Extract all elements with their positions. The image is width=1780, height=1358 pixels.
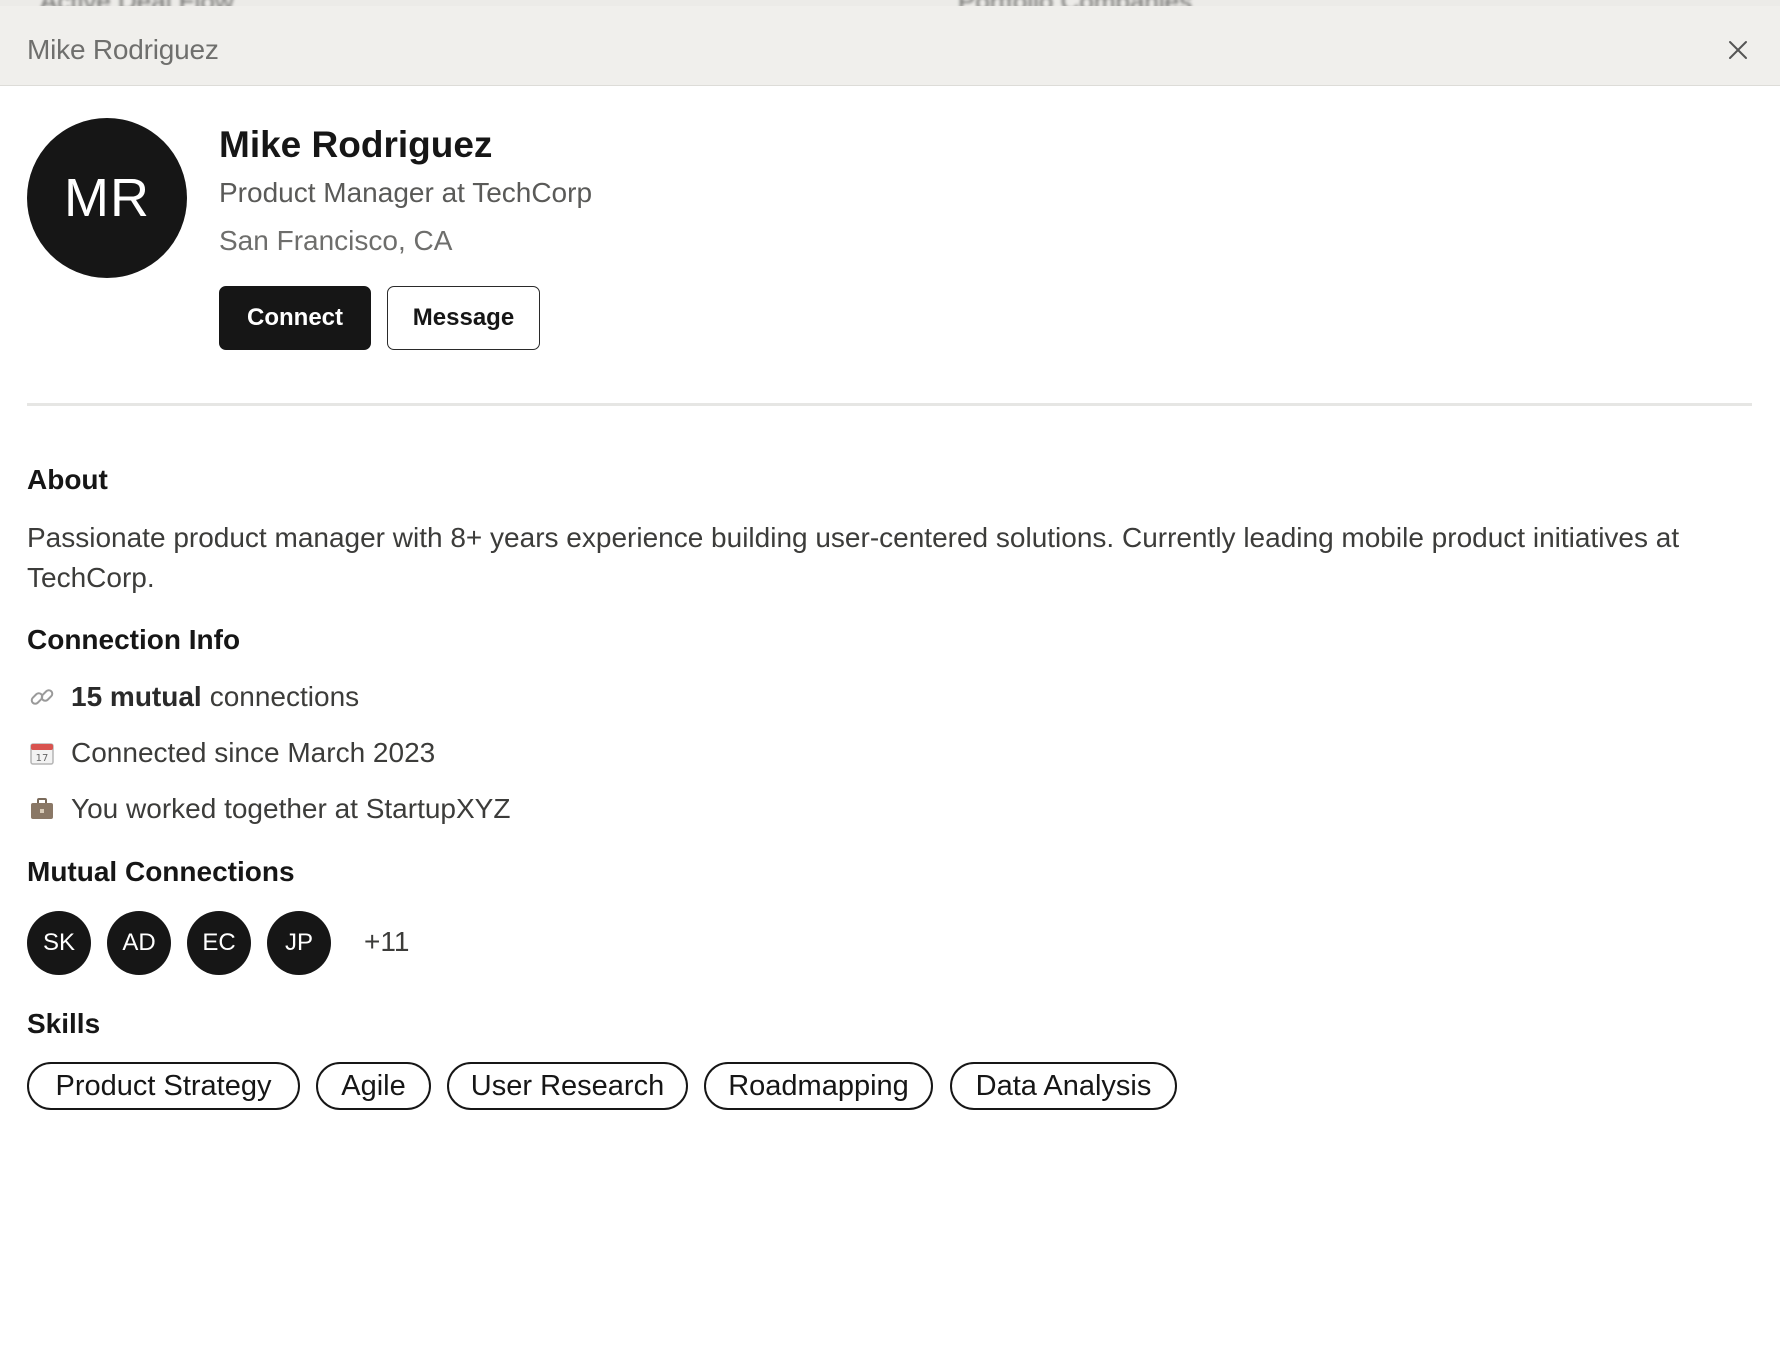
profile-avatar: MR <box>27 118 187 278</box>
mutual-label: connections <box>209 681 360 712</box>
skills-heading: Skills <box>27 1008 101 1039</box>
mutual-connections-heading: Mutual Connections <box>27 856 295 887</box>
mutual-avatar[interactable]: SK <box>27 911 91 975</box>
mutual-count: 15 mutual <box>71 681 202 712</box>
profile-modal-body: MR Mike Rodriguez Product Manager at Tec… <box>0 86 1780 1358</box>
mutual-avatar[interactable]: EC <box>187 911 251 975</box>
link-icon <box>27 682 57 712</box>
skill-tag: Roadmapping <box>704 1062 933 1110</box>
more-mutual-count[interactable]: +11 <box>364 926 409 958</box>
mutual-connections-row: 15 mutual connections <box>27 677 359 717</box>
connection-info-heading: Connection Info <box>27 624 241 655</box>
modal-title: Mike Rodriguez <box>27 34 219 65</box>
calendar-icon: 17 <box>27 738 57 768</box>
briefcase-icon <box>27 794 57 824</box>
worked-together-row: You worked together at StartupXYZ <box>27 789 510 829</box>
mutual-avatar[interactable]: AD <box>107 911 171 975</box>
modal-header: Mike Rodriguez <box>0 6 1780 86</box>
skill-tag: Agile <box>316 1062 431 1110</box>
connected-since-row: 17 Connected since March 2023 <box>27 733 435 773</box>
profile-name: Mike Rodriguez <box>219 124 493 165</box>
message-button[interactable]: Message <box>387 286 540 350</box>
profile-role: Product Manager at TechCorp <box>219 177 593 208</box>
worked-together-text: You worked together at StartupXYZ <box>71 793 511 824</box>
svg-text:17: 17 <box>36 753 49 764</box>
connect-button[interactable]: Connect <box>219 286 371 350</box>
mutual-avatar[interactable]: JP <box>267 911 331 975</box>
close-button[interactable] <box>1722 34 1754 66</box>
profile-location: San Francisco, CA <box>219 225 453 256</box>
close-icon <box>1729 41 1747 59</box>
connected-since-text: Connected since March 2023 <box>71 737 436 768</box>
section-divider <box>27 403 1752 406</box>
skill-tag: Data Analysis <box>950 1062 1177 1110</box>
skill-tag: User Research <box>447 1062 688 1110</box>
skill-tag: Product Strategy <box>27 1062 300 1110</box>
about-text: Passionate product manager with 8+ years… <box>27 522 1680 593</box>
about-heading: About <box>27 464 108 495</box>
